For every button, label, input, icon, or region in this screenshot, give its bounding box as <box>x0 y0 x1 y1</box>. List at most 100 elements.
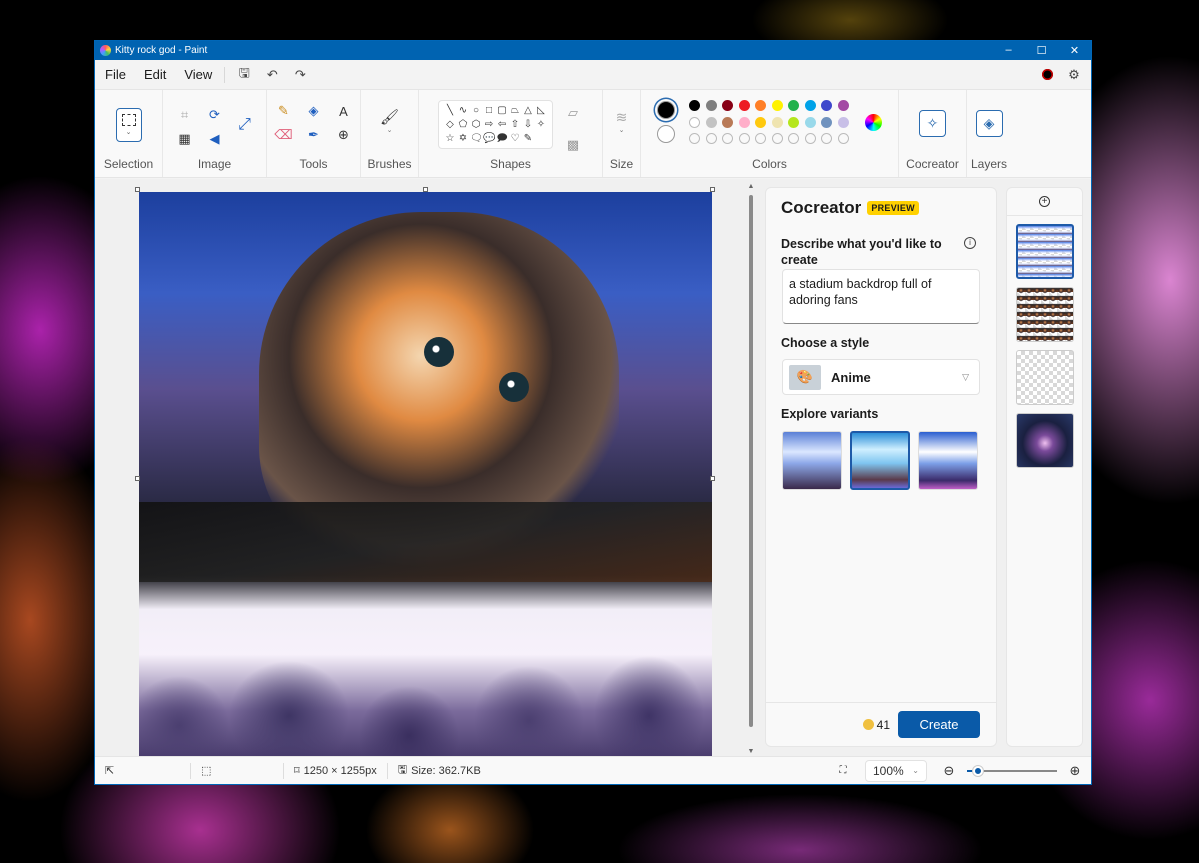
color-swatch[interactable] <box>755 116 767 128</box>
create-button[interactable]: Create <box>898 711 980 738</box>
text-icon[interactable]: A <box>334 102 354 120</box>
magnifier-icon[interactable]: ⊕ <box>334 126 354 144</box>
shape-tool-icon[interactable]: ◺ <box>535 104 547 117</box>
save-icon[interactable]: 🖫 <box>235 65 253 84</box>
primary-color-swatch[interactable] <box>657 101 676 119</box>
color-swatch[interactable] <box>821 116 833 128</box>
zoom-slider-knob[interactable] <box>972 765 983 776</box>
edit-colors-icon[interactable] <box>864 114 882 131</box>
prompt-input[interactable] <box>782 269 980 324</box>
remove-background-icon[interactable]: ▦ <box>175 130 195 148</box>
close-button[interactable]: ✕ <box>1058 44 1091 57</box>
scroll-down-arrow[interactable]: ▼ <box>747 748 755 755</box>
zoom-in-icon[interactable]: ⊕ <box>1065 762 1085 780</box>
color-swatch[interactable] <box>837 116 849 128</box>
shape-tool-icon[interactable]: ✎ <box>522 132 534 145</box>
color-swatch[interactable] <box>788 100 800 111</box>
scrollbar-thumb[interactable] <box>749 195 753 727</box>
color-swatch[interactable] <box>804 100 816 111</box>
menu-file[interactable]: File <box>105 67 126 82</box>
secondary-color-swatch[interactable] <box>657 125 676 143</box>
variant-thumbnail[interactable] <box>850 431 910 490</box>
shape-tool-icon[interactable]: ✧ <box>535 118 547 131</box>
variant-thumbnail[interactable] <box>918 431 978 490</box>
style-dropdown[interactable]: 🎨 Anime ▽ <box>782 359 980 395</box>
shape-tool-icon[interactable]: ○ <box>470 104 482 117</box>
info-icon[interactable]: i <box>964 237 976 249</box>
undo-icon[interactable]: ↶ <box>263 66 281 84</box>
color-picker-icon[interactable]: ✒ <box>304 126 324 144</box>
custom-color-slot[interactable] <box>689 133 701 144</box>
color-swatch[interactable] <box>689 116 701 128</box>
resize-handle[interactable] <box>135 187 140 192</box>
shape-tool-icon[interactable]: ▢ <box>496 104 508 117</box>
maximize-button[interactable]: ☐ <box>1025 44 1058 57</box>
custom-color-slot[interactable] <box>788 133 800 144</box>
color-swatch[interactable] <box>837 100 849 111</box>
custom-color-slot[interactable] <box>722 133 734 144</box>
color-swatch[interactable] <box>689 100 701 111</box>
vertical-scrollbar[interactable]: ▲ ▼ <box>747 183 755 755</box>
scroll-up-arrow[interactable]: ▲ <box>747 183 755 190</box>
shape-fill-icon[interactable]: ▩ <box>563 136 583 154</box>
custom-color-slot[interactable] <box>705 133 717 144</box>
shape-tool-icon[interactable]: ✡ <box>457 132 469 145</box>
shape-tool-icon[interactable]: ◇ <box>444 118 456 131</box>
layer-thumbnail-galaxy[interactable] <box>1015 413 1074 468</box>
fill-bucket-icon[interactable]: ◈ <box>304 102 324 120</box>
selection-button[interactable]: ⌄ <box>115 108 142 142</box>
shape-tool-icon[interactable]: ⇨ <box>483 118 495 131</box>
zoom-slider[interactable] <box>967 765 1057 777</box>
resize-handle[interactable] <box>135 476 140 481</box>
layer-thumbnail-empty[interactable] <box>1015 350 1074 405</box>
drawing-canvas[interactable] <box>139 192 712 756</box>
shape-tool-icon[interactable]: 💬 <box>483 132 495 145</box>
color-swatch[interactable] <box>788 116 800 128</box>
color-swatch[interactable] <box>705 100 717 111</box>
eraser-icon[interactable]: ⌫ <box>274 126 294 144</box>
crop-icon[interactable]: ⌗ <box>175 106 195 124</box>
shape-tool-icon[interactable]: ⬠ <box>457 118 469 131</box>
color-swatch[interactable] <box>738 100 750 111</box>
menu-edit[interactable]: Edit <box>144 67 166 82</box>
resize-handle[interactable] <box>710 476 715 481</box>
pencil-icon[interactable]: ✎ <box>274 102 294 120</box>
fit-to-window-icon[interactable]: ⛶ <box>833 762 853 780</box>
layer-thumbnail-kitten-guitar[interactable] <box>1015 287 1074 342</box>
stroke-size-icon[interactable]: ≋ <box>612 108 632 126</box>
custom-color-slot[interactable] <box>837 133 849 144</box>
shape-tool-icon[interactable]: ⬡ <box>470 118 482 131</box>
shape-tool-icon[interactable]: ∿ <box>457 104 469 117</box>
record-icon[interactable] <box>1042 69 1053 80</box>
color-swatch[interactable] <box>705 116 717 128</box>
minimize-button[interactable]: – <box>992 44 1025 57</box>
cocreator-button[interactable]: ✧ <box>919 110 946 137</box>
rotate-icon[interactable]: ⟳ <box>205 106 225 124</box>
shape-tool-icon[interactable]: ⇧ <box>509 118 521 131</box>
zoom-out-icon[interactable]: ⊖ <box>939 762 959 780</box>
shape-tool-icon[interactable]: △ <box>522 104 534 117</box>
custom-color-slot[interactable] <box>804 133 816 144</box>
layer-thumbnail-stadium-fans[interactable] <box>1015 224 1074 279</box>
add-layer-button[interactable]: + <box>1007 188 1082 216</box>
custom-color-slot[interactable] <box>738 133 750 144</box>
resize-handle[interactable] <box>710 187 715 192</box>
shape-tool-icon[interactable]: ⏢ <box>509 104 521 117</box>
layers-button[interactable]: ◈ <box>975 110 1003 137</box>
color-swatch[interactable] <box>755 100 767 111</box>
shape-tool-icon[interactable]: ╲ <box>444 104 456 117</box>
custom-color-slot[interactable] <box>771 133 783 144</box>
variant-thumbnail[interactable] <box>782 431 842 490</box>
menu-view[interactable]: View <box>184 67 212 82</box>
shape-tool-icon[interactable]: 🗩 <box>496 132 508 145</box>
color-swatch[interactable] <box>722 100 734 111</box>
shape-outline-icon[interactable]: ▱ <box>563 104 583 122</box>
color-swatch[interactable] <box>722 116 734 128</box>
shape-tool-icon[interactable]: ⇦ <box>496 118 508 131</box>
brush-icon[interactable]: 🖌 <box>380 108 400 126</box>
resize-icon[interactable]: ⤢ <box>235 116 255 134</box>
shape-tool-icon[interactable]: 🗨 <box>470 132 483 145</box>
zoom-dropdown[interactable]: 100% ⌄ <box>865 759 927 782</box>
shape-tool-icon[interactable]: ♡ <box>509 132 521 145</box>
custom-color-slot[interactable] <box>755 133 767 144</box>
